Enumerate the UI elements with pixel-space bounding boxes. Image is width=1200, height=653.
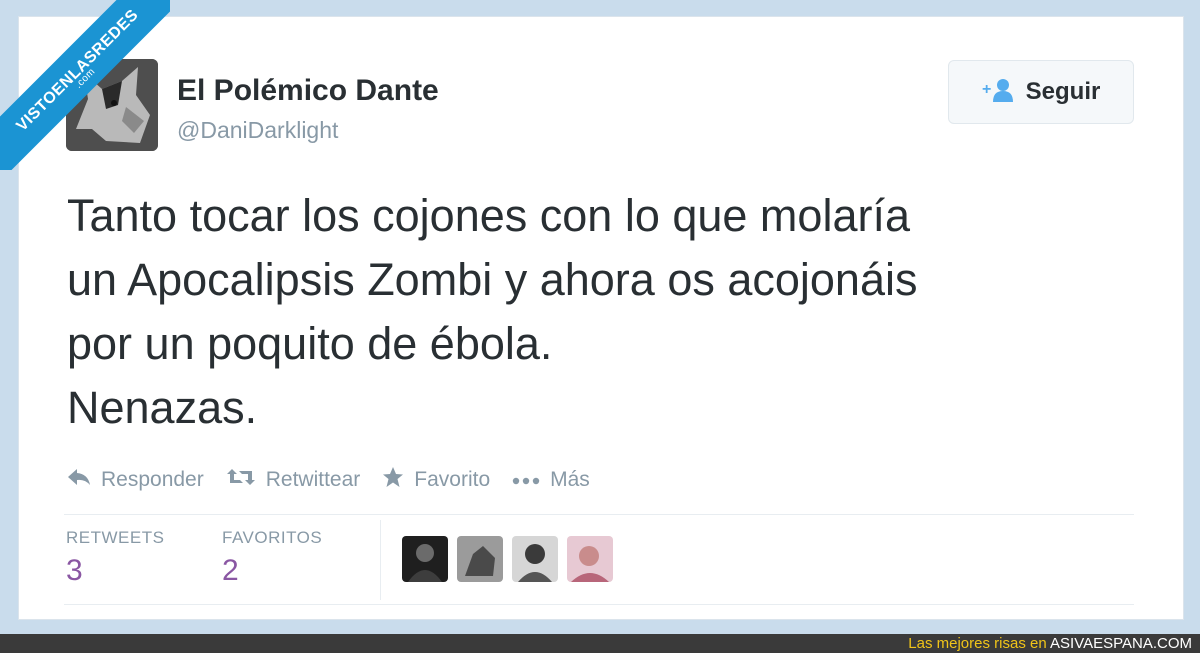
reply-action[interactable]: Responder <box>67 467 204 493</box>
svg-text:+: + <box>982 81 991 98</box>
more-icon <box>512 468 540 492</box>
favorite-label: Favorito <box>414 468 491 491</box>
watermark-line2: .com <box>73 66 98 91</box>
add-user-icon: + <box>982 77 1014 108</box>
reply-icon <box>67 467 91 493</box>
follow-button[interactable]: + Seguir <box>948 60 1134 124</box>
footer-brand: ASIVAESPANA.COM <box>1050 635 1192 652</box>
favorite-action[interactable]: Favorito <box>382 466 490 494</box>
more-action[interactable]: Más <box>512 468 590 492</box>
retweet-icon <box>226 467 256 493</box>
retweets-stat[interactable]: RETWEETS 3 <box>66 528 164 588</box>
footer-credit[interactable]: Las mejores risas en ASIVAESPANA.COM <box>908 635 1192 652</box>
follow-button-label: Seguir <box>1025 78 1101 105</box>
favoriter-avatar[interactable] <box>402 536 448 582</box>
footer-bar: Las mejores risas en ASIVAESPANA.COM <box>0 634 1200 653</box>
tweet-text: Tanto tocar los cojones con lo que molar… <box>67 190 918 433</box>
favorites-stat[interactable]: FAVORITOS 2 <box>222 528 322 588</box>
favoriter-avatar[interactable] <box>512 536 558 582</box>
divider-bottom <box>64 604 1134 605</box>
retweet-label: Retwittear <box>265 468 361 491</box>
watermark-text: VISTOENLASREDES .com <box>0 0 170 170</box>
reply-label: Responder <box>101 468 204 491</box>
watermark-line1: VISTOENLASREDES <box>13 6 142 135</box>
retweets-count: 3 <box>66 554 83 587</box>
more-label: Más <box>550 468 590 491</box>
favoriter-avatar[interactable] <box>457 536 503 582</box>
retweets-label: RETWEETS <box>66 528 165 547</box>
favorites-label: FAVORITOS <box>222 528 323 547</box>
user-handle[interactable]: @DaniDarklight <box>177 117 338 144</box>
retweet-action[interactable]: Retwittear <box>226 467 361 493</box>
tweet-actions: Responder Retwittear Favorito Más <box>67 464 590 496</box>
display-name[interactable]: El Polémico Dante <box>177 74 439 108</box>
divider-top <box>64 514 1134 515</box>
watermark-ribbon: VISTOENLASREDES .com <box>0 0 170 170</box>
footer-prefix: Las mejores risas en <box>908 635 1051 652</box>
stats-separator <box>380 520 381 600</box>
favorited-by-list <box>402 536 613 582</box>
star-icon <box>382 466 404 494</box>
favorites-count: 2 <box>222 554 239 587</box>
favoriter-avatar[interactable] <box>567 536 613 582</box>
